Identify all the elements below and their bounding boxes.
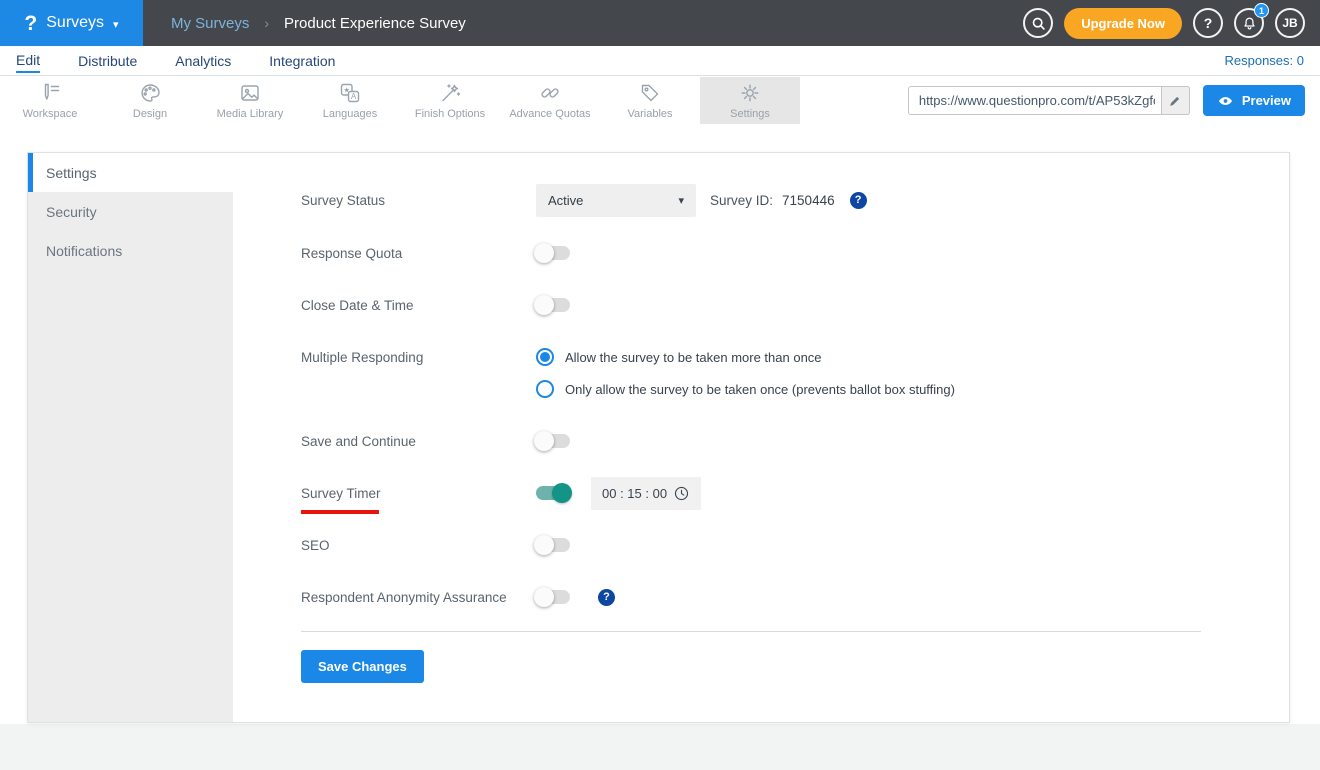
toolbar-item-variables[interactable]: Variables xyxy=(600,77,700,124)
save-and-continue-toggle[interactable] xyxy=(534,431,570,451)
survey-timer-input[interactable]: 00 : 15 : 00 xyxy=(591,476,701,510)
radio-button-icon xyxy=(536,380,554,398)
edit-toolbar: Workspace Design Media Library ★ A Langua… xyxy=(0,77,1320,124)
response-quota-label: Response Quota xyxy=(301,245,403,261)
multiple-responding-options: Allow the survey to be taken more than o… xyxy=(536,348,955,398)
close-date-time-label: Close Date & Time xyxy=(301,297,414,313)
clock-icon xyxy=(674,486,689,500)
survey-id-help-icon[interactable]: ? xyxy=(849,191,867,209)
survey-timer-toggle[interactable] xyxy=(536,483,572,503)
seo-label: SEO xyxy=(301,537,330,553)
settings-gear-icon xyxy=(741,84,759,102)
anonymity-help-icon[interactable]: ? xyxy=(598,588,615,606)
avatar-initials: JB xyxy=(1282,16,1298,30)
tab-edit[interactable]: Edit xyxy=(16,48,41,73)
toolbar-item-settings[interactable]: Settings xyxy=(700,77,800,124)
save-and-continue-label: Save and Continue xyxy=(301,433,416,449)
notifications-button[interactable]: 1 xyxy=(1234,3,1269,38)
search-icon xyxy=(1032,17,1045,30)
survey-timer-row: Survey Timer 00 : 15 : 00 xyxy=(301,476,1219,514)
survey-id-group: Survey ID: 7150446 ? xyxy=(710,191,867,209)
save-changes-button[interactable]: Save Changes xyxy=(301,650,424,683)
survey-timer-value: 00 : 15 : 00 xyxy=(602,485,668,501)
seo-toggle[interactable] xyxy=(534,535,570,555)
breadcrumb: My Surveys › Product Experience Survey xyxy=(171,15,466,32)
edit-url-button[interactable] xyxy=(1160,86,1190,115)
product-switcher[interactable]: ? Surveys ▾ xyxy=(0,0,143,46)
settings-sidebar: Settings Security Notifications xyxy=(28,153,233,722)
toolbar-item-finish-options[interactable]: Finish Options xyxy=(400,77,500,124)
radio-button-icon xyxy=(536,348,554,366)
breadcrumb-my-surveys[interactable]: My Surveys xyxy=(171,15,249,32)
survey-nav-tabs: Edit Distribute Analytics Integration Re… xyxy=(0,46,1320,76)
radio-allow-multiple[interactable]: Allow the survey to be taken more than o… xyxy=(536,348,955,366)
user-avatar[interactable]: JB xyxy=(1275,8,1305,38)
survey-id-value: 7150446 xyxy=(782,192,835,208)
radio-allow-once[interactable]: Only allow the survey to be taken once (… xyxy=(536,380,955,398)
toolbar-item-workspace[interactable]: Workspace xyxy=(0,77,100,124)
questionpro-logo-icon: ? xyxy=(24,11,38,35)
seo-row: SEO xyxy=(301,528,1219,562)
multiple-responding-row: Multiple Responding Allow the survey to … xyxy=(301,348,1219,398)
toolbar-item-media-library[interactable]: Media Library xyxy=(200,77,300,124)
chevron-down-icon: ▾ xyxy=(678,194,684,207)
close-date-time-toggle[interactable] xyxy=(534,295,570,315)
anonymity-row: Respondent Anonymity Assurance ? xyxy=(301,580,1219,614)
breadcrumb-separator: › xyxy=(264,15,270,31)
survey-status-select[interactable]: Active ▾ xyxy=(536,183,696,217)
help-button[interactable]: ? xyxy=(1193,8,1223,38)
pencil-icon xyxy=(1170,96,1180,106)
tab-integration[interactable]: Integration xyxy=(269,49,335,72)
breadcrumb-current-survey: Product Experience Survey xyxy=(284,14,466,32)
survey-timer-label: Survey Timer xyxy=(301,486,536,514)
advance-quotas-chain-icon xyxy=(541,88,559,98)
media-library-icon xyxy=(241,85,259,101)
topbar-actions: Upgrade Now ? 1 JB xyxy=(1023,3,1320,39)
survey-url-group xyxy=(907,86,1190,115)
survey-status-value: Active xyxy=(548,192,584,208)
finish-options-wand-icon xyxy=(442,84,461,102)
annotation-red-underline xyxy=(301,509,379,514)
response-quota-row: Response Quota xyxy=(301,236,1219,270)
survey-status-row: Survey Status Active ▾ Survey ID: 715044… xyxy=(301,183,1219,217)
tab-analytics[interactable]: Analytics xyxy=(175,49,231,72)
toolbar-item-advance-quotas[interactable]: Advance Quotas xyxy=(500,77,600,124)
search-button[interactable] xyxy=(1023,8,1054,38)
toolbar-right-actions: Preview xyxy=(907,77,1320,124)
anonymity-label: Respondent Anonymity Assurance xyxy=(301,589,507,605)
responses-count: Responses: 0 xyxy=(1224,53,1305,68)
variables-tag-icon xyxy=(641,84,659,102)
survey-id-label: Survey ID: xyxy=(710,192,774,208)
response-quota-toggle[interactable] xyxy=(534,243,570,263)
anonymity-toggle[interactable] xyxy=(534,587,570,607)
sidebar-item-notifications[interactable]: Notifications xyxy=(28,231,233,270)
eye-icon xyxy=(1218,96,1232,105)
svg-text:A: A xyxy=(351,92,357,101)
save-and-continue-row: Save and Continue xyxy=(301,424,1219,458)
content-divider xyxy=(301,631,1201,632)
sidebar-item-settings[interactable]: Settings xyxy=(28,153,233,192)
multiple-responding-label: Multiple Responding xyxy=(301,350,424,365)
workspace-icon xyxy=(44,83,60,100)
survey-url-input[interactable] xyxy=(907,86,1190,115)
product-name: Surveys xyxy=(46,14,105,31)
close-date-time-row: Close Date & Time xyxy=(301,288,1219,322)
notification-count-badge: 1 xyxy=(1254,3,1269,18)
question-mark-icon: ? xyxy=(1203,15,1213,31)
settings-panel: Settings Security Notifications Survey S… xyxy=(27,152,1290,723)
toolbar-item-languages[interactable]: ★ A Languages xyxy=(300,77,400,124)
survey-status-label: Survey Status xyxy=(301,192,386,208)
toolbar-item-design[interactable]: Design xyxy=(100,77,200,124)
bell-icon xyxy=(1243,17,1255,29)
languages-icon: ★A xyxy=(340,83,360,103)
top-bar: ? Surveys ▾ My Surveys › Product Experie… xyxy=(0,0,1320,46)
page-footer-strip xyxy=(0,724,1320,770)
tab-distribute[interactable]: Distribute xyxy=(78,49,137,72)
sidebar-item-security[interactable]: Security xyxy=(28,192,233,231)
design-palette-icon xyxy=(141,84,160,102)
preview-button[interactable]: Preview xyxy=(1202,85,1305,116)
upgrade-now-button[interactable]: Upgrade Now xyxy=(1064,7,1182,39)
chevron-down-icon: ▾ xyxy=(113,18,119,31)
